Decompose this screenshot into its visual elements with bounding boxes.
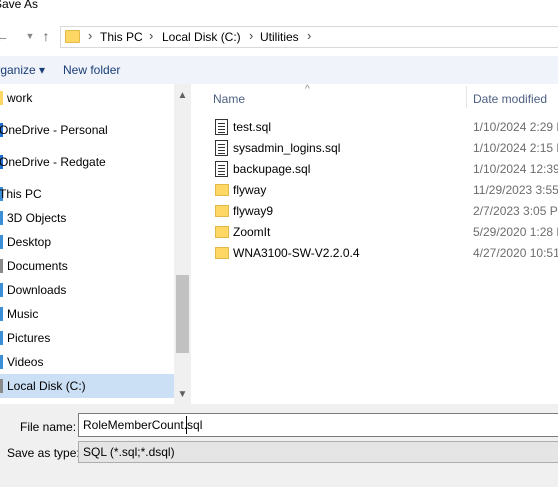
- file-date-modified: 11/29/2023 3:55: [473, 183, 558, 197]
- breadcrumb-this-pc[interactable]: This PC: [100, 30, 143, 44]
- save-as-type-select[interactable]: SQL (*.sql;*.dsql): [78, 441, 558, 463]
- sidebar-item-label: OneDrive - Redgate: [0, 155, 106, 169]
- pictures-icon: [0, 331, 3, 345]
- organize-button[interactable]: Organize ▾: [0, 63, 45, 77]
- file-name: flyway9: [233, 204, 274, 218]
- file-date-modified: 5/29/2020 1:28 P: [473, 225, 558, 239]
- file-name: sysadmin_logins.sql: [233, 141, 341, 155]
- folder-icon: [65, 30, 80, 43]
- sidebar-item[interactable]: Videos: [0, 350, 174, 374]
- file-name: WNA3100-SW-V2.2.0.4: [233, 246, 360, 260]
- title-bar: Save As: [0, 0, 558, 18]
- back-arrow-icon[interactable]: ←: [0, 28, 10, 44]
- sidebar-item[interactable]: 3D Objects: [0, 206, 174, 230]
- cube-icon: [0, 211, 3, 225]
- file-date-modified: 2/7/2023 3:05 PN: [473, 204, 558, 218]
- file-name: backupage.sql: [233, 162, 311, 176]
- chevron-right-icon: ›: [249, 28, 254, 43]
- file-name-input[interactable]: [78, 413, 558, 437]
- folder-icon: [0, 91, 3, 105]
- sidebar-item[interactable]: Downloads: [0, 278, 174, 302]
- file-row[interactable]: sysadmin_logins.sql 1/10/2024 2:15 P: [213, 138, 558, 159]
- folder-icon: [215, 247, 229, 259]
- file-row[interactable]: test.sql 1/10/2024 2:29 P: [213, 117, 558, 138]
- music-icon: [0, 307, 3, 321]
- recent-chevron-icon[interactable]: ▼: [22, 28, 38, 44]
- folder-icon: [215, 184, 229, 196]
- file-row[interactable]: flyway9 2/7/2023 3:05 PN: [213, 201, 558, 222]
- sidebar-item-label: Desktop: [7, 235, 52, 249]
- sidebar-item-label: Local Disk (C:): [7, 379, 86, 393]
- file-date-modified: 1/10/2024 12:39: [473, 162, 558, 176]
- column-divider[interactable]: [466, 86, 467, 108]
- chevron-right-icon[interactable]: ›: [307, 28, 311, 43]
- downloads-icon: [0, 283, 3, 297]
- sidebar-item[interactable]: Documents: [0, 254, 174, 278]
- file-date-modified: 1/10/2024 2:15 P: [473, 141, 558, 155]
- sidebar-item[interactable]: OneDrive - Redgate: [0, 150, 174, 174]
- chevron-down-icon: ▾: [39, 63, 46, 77]
- column-header-name[interactable]: Name: [213, 92, 245, 106]
- address-bar[interactable]: › This PC › Local Disk (C:) › Utilities …: [60, 26, 558, 48]
- scroll-down-icon[interactable]: ▼: [174, 386, 191, 403]
- folder-icon: [215, 205, 229, 217]
- file-name: ZoomIt: [233, 225, 271, 239]
- sidebar-item-label: OneDrive - Personal: [0, 123, 108, 137]
- file-row[interactable]: ZoomIt 5/29/2020 1:28 P: [213, 222, 558, 243]
- sql-file-icon: [215, 119, 228, 135]
- sidebar-item-label: Downloads: [7, 283, 67, 297]
- documents-icon: [0, 259, 3, 273]
- sidebar-item-label: Pictures: [7, 331, 51, 345]
- organize-label: Organize: [0, 63, 36, 77]
- window-title: Save As: [0, 0, 39, 11]
- sidebar-scrollbar[interactable]: [174, 84, 191, 404]
- sidebar-item-label: Videos: [7, 355, 44, 369]
- file-name: flyway: [233, 183, 267, 197]
- chevron-right-icon: ›: [149, 28, 154, 43]
- file-name-label: File name:: [20, 420, 77, 434]
- save-as-type-label: Save as type:: [7, 446, 80, 460]
- sql-file-icon: [215, 140, 228, 156]
- sidebar-item[interactable]: OneDrive - Personal: [0, 118, 174, 142]
- file-row[interactable]: WNA3100-SW-V2.2.0.4 4/27/2020 10:51: [213, 243, 558, 264]
- sidebar-item-label: Documents: [7, 259, 68, 273]
- text-caret: [186, 416, 187, 434]
- up-arrow-icon[interactable]: ↑: [38, 28, 54, 44]
- sidebar-item[interactable]: work: [0, 86, 174, 110]
- file-row[interactable]: flyway 11/29/2023 3:55: [213, 180, 558, 201]
- file-row[interactable]: backupage.sql 1/10/2024 12:39: [213, 159, 558, 180]
- sidebar-item-label: Music: [7, 307, 39, 321]
- videos-icon: [0, 355, 3, 369]
- desktop-icon: [0, 235, 3, 249]
- file-date-modified: 1/10/2024 2:29 P: [473, 120, 558, 134]
- column-header-date-modified[interactable]: Date modified: [473, 92, 547, 106]
- sidebar-item-label: 3D Objects: [7, 211, 67, 225]
- scrollbar-thumb[interactable]: [176, 275, 189, 353]
- sidebar-item-label: work: [7, 91, 33, 105]
- file-date-modified: 4/27/2020 10:51: [473, 246, 558, 260]
- drive-icon: [0, 379, 3, 393]
- sidebar-item-label: This PC: [0, 187, 42, 201]
- scroll-up-icon[interactable]: ▲: [174, 87, 191, 104]
- sidebar-item[interactable]: Pictures: [0, 326, 174, 350]
- sidebar-item[interactable]: This PC: [0, 182, 174, 206]
- toolbar: Organize ▾ New folder: [0, 56, 558, 84]
- chevron-right-icon: ›: [88, 28, 93, 43]
- sql-file-icon: [215, 161, 228, 177]
- sidebar-item[interactable]: Local Disk (C:): [0, 374, 174, 398]
- new-folder-button[interactable]: New folder: [63, 63, 120, 77]
- sidebar-item[interactable]: Desktop: [0, 230, 174, 254]
- breadcrumb-utilities[interactable]: Utilities: [260, 30, 299, 44]
- folder-icon: [215, 226, 229, 238]
- breadcrumb-local-disk[interactable]: Local Disk (C:): [162, 30, 241, 44]
- file-name: test.sql: [233, 120, 272, 134]
- sort-arrow-icon: ^: [305, 84, 310, 95]
- sidebar-item[interactable]: Music: [0, 302, 174, 326]
